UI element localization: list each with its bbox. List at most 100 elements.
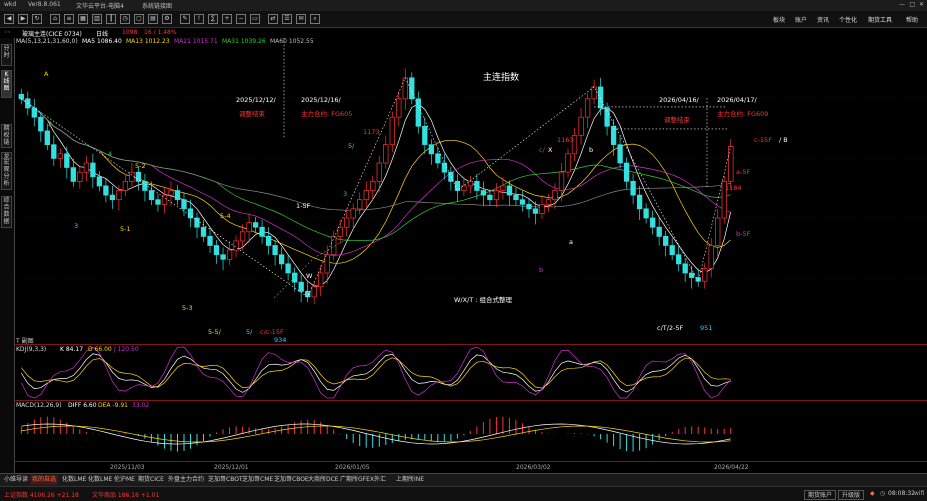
candle-body[interactable] <box>384 145 389 163</box>
menu-personalize[interactable]: 个性化 <box>839 15 857 24</box>
home-icon[interactable]: ⌂ <box>50 14 60 24</box>
menu-tools[interactable]: 期货工具 <box>868 15 892 24</box>
kline-chart[interactable]: 2025/12/12/调整结束2025/12/16/主力合约: FG605202… <box>14 38 927 345</box>
candle-body[interactable] <box>227 250 232 259</box>
candle-body[interactable] <box>644 209 649 218</box>
candle-body[interactable] <box>117 191 122 200</box>
order-icon[interactable]: ☰ <box>282 14 292 24</box>
candle-body[interactable] <box>371 181 376 190</box>
candle-body[interactable] <box>143 181 148 190</box>
candle-body[interactable] <box>423 126 428 144</box>
candle-body[interactable] <box>318 273 323 287</box>
tab-kline[interactable]: K线图 <box>1 70 12 98</box>
candle-body[interactable] <box>130 172 135 181</box>
alert-icon[interactable]: ! <box>194 14 204 24</box>
candle-body[interactable] <box>585 99 590 117</box>
forward-icon[interactable]: ▶ <box>18 14 28 24</box>
candle-body[interactable] <box>540 204 545 213</box>
trade-icon[interactable]: ⇄ <box>268 14 278 24</box>
candle-body[interactable] <box>195 218 200 227</box>
candle-body[interactable] <box>650 218 655 227</box>
candle-body[interactable] <box>488 195 493 200</box>
tab-market-11[interactable]: 广期所GFEX <box>338 475 376 485</box>
candle-body[interactable] <box>305 291 310 297</box>
tab-market-10[interactable]: 大商所DCE <box>306 475 341 485</box>
calc-icon[interactable]: ∑ <box>208 14 218 24</box>
search-icon[interactable]: ⌕ <box>310 14 320 24</box>
candle-body[interactable] <box>325 255 330 273</box>
candle-body[interactable] <box>429 145 434 154</box>
candle-body[interactable] <box>397 99 402 117</box>
candle-body[interactable] <box>221 255 226 260</box>
tab-market-1[interactable]: 我的自选 <box>30 475 58 485</box>
candle-body[interactable] <box>351 209 356 218</box>
candle-body[interactable] <box>208 236 213 245</box>
window-icon[interactable]: ▢ <box>134 14 144 24</box>
candle-body[interactable] <box>676 255 681 264</box>
minimize-button[interactable]: — <box>899 1 905 8</box>
candle-body[interactable] <box>729 147 734 182</box>
time-icon[interactable]: ◷ <box>120 14 130 24</box>
candle-body[interactable] <box>71 168 76 182</box>
candle-body[interactable] <box>670 246 675 255</box>
nav-arrows-icon[interactable]: ◦◦ <box>4 29 11 36</box>
candle-body[interactable] <box>110 195 115 200</box>
kline-icon[interactable]: ┃ <box>106 14 116 24</box>
menu-news[interactable]: 资讯 <box>817 15 829 24</box>
candle-body[interactable] <box>637 195 642 209</box>
draw-icon[interactable]: ✎ <box>180 14 190 24</box>
tab-market-3[interactable]: 化数LME <box>86 475 114 485</box>
tab-macro[interactable]: 宏观分析 <box>1 158 12 190</box>
candle-body[interactable] <box>247 223 252 232</box>
macd-chart[interactable] <box>14 400 927 460</box>
candle-body[interactable] <box>182 200 187 209</box>
tab-option-chain[interactable]: 期权链 <box>1 124 12 148</box>
candle-body[interactable] <box>214 246 219 255</box>
refresh-icon[interactable]: ↻ <box>32 14 42 24</box>
futures-account-button[interactable]: 期货账户 <box>804 490 836 500</box>
period-label[interactable]: 日线 <box>96 29 108 38</box>
candle-body[interactable] <box>514 195 519 200</box>
menu-help[interactable]: 帮助 <box>906 15 918 24</box>
candle-body[interactable] <box>253 223 258 228</box>
tab-market-4[interactable]: 伦沪ME <box>112 475 137 485</box>
upgrade-button[interactable]: 升级版 <box>838 490 864 500</box>
candle-body[interactable] <box>702 268 707 281</box>
menu-account[interactable]: 账户 <box>795 15 807 24</box>
candle-body[interactable] <box>546 200 551 205</box>
candle-body[interactable] <box>592 87 597 99</box>
candle-body[interactable] <box>149 191 154 200</box>
tab-market-9[interactable]: 芝加哥CBOE <box>272 475 311 485</box>
news-icon[interactable]: ✉ <box>296 14 306 24</box>
tab-market-13[interactable]: 上期所INE <box>394 475 426 485</box>
candle-body[interactable] <box>91 163 96 177</box>
tab-market-0[interactable]: 小维导读 <box>2 475 30 485</box>
candle-body[interactable] <box>390 117 395 145</box>
candle-body[interactable] <box>201 227 206 236</box>
candle-body[interactable] <box>566 154 571 172</box>
candle-body[interactable] <box>344 218 349 227</box>
grid-icon[interactable]: ▦ <box>78 14 88 24</box>
candle-body[interactable] <box>468 181 473 186</box>
candle-body[interactable] <box>169 191 174 196</box>
candle-body[interactable] <box>260 227 265 236</box>
candle-body[interactable] <box>58 154 63 159</box>
tab-market-12[interactable]: 外汇 <box>372 475 388 485</box>
tile-icon[interactable]: ▤ <box>148 14 158 24</box>
candle-body[interactable] <box>299 282 304 291</box>
candle-body[interactable] <box>559 172 564 190</box>
candle-body[interactable] <box>84 163 89 172</box>
candle-body[interactable] <box>266 236 271 245</box>
close-button[interactable]: ✕ <box>919 1 924 8</box>
chart-icon[interactable]: ▥ <box>92 14 102 24</box>
candle-body[interactable] <box>663 236 668 245</box>
candle-body[interactable] <box>494 191 499 200</box>
zoom-in-icon[interactable]: + <box>222 14 232 24</box>
candle-body[interactable] <box>19 94 24 99</box>
tab-market-2[interactable]: 化数LME <box>60 475 88 485</box>
candle-body[interactable] <box>598 87 603 108</box>
zoom-out-icon[interactable]: − <box>236 14 246 24</box>
candle-body[interactable] <box>527 204 532 209</box>
candle-body[interactable] <box>715 218 720 246</box>
candle-body[interactable] <box>123 181 128 190</box>
